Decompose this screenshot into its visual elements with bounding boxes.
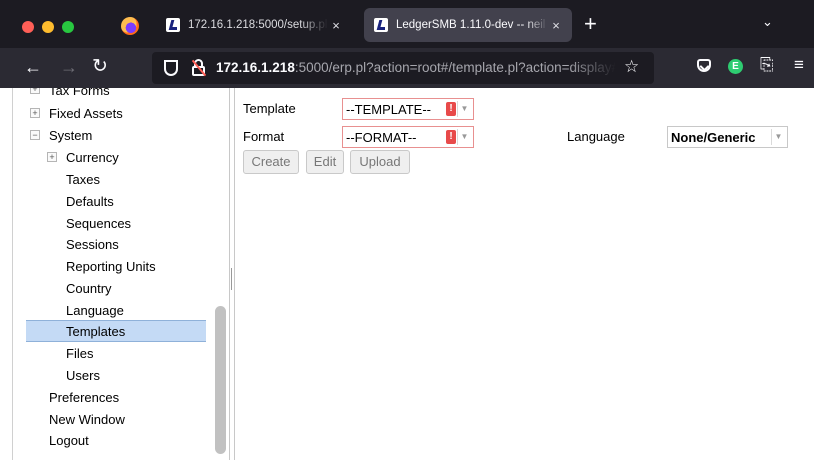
chevron-down-icon[interactable]: ▼ xyxy=(457,129,471,145)
ledgersmb-favicon-icon xyxy=(374,18,388,32)
new-tab-button[interactable]: + xyxy=(584,12,597,36)
forward-button[interactable]: → xyxy=(60,56,78,78)
back-button[interactable]: ← xyxy=(24,56,42,78)
sidebar-item-sequences[interactable]: Sequences xyxy=(66,213,131,235)
template-select[interactable]: --TEMPLATE-- ! ▼ xyxy=(342,98,474,120)
sidebar-scrollbar[interactable] xyxy=(215,306,226,454)
warning-icon: ! xyxy=(446,130,456,144)
collapse-minus-icon[interactable]: − xyxy=(30,130,40,140)
language-select-value: None/Generic xyxy=(671,130,756,145)
upload-button[interactable]: Upload xyxy=(350,150,410,174)
sidebar-item-tax-forms[interactable]: Tax Forms xyxy=(49,88,110,102)
warning-icon: ! xyxy=(446,102,456,116)
sidebar-item-logout[interactable]: Logout xyxy=(49,430,89,452)
sidebar-item-files[interactable]: Files xyxy=(66,343,93,365)
page-content: Tax Forms + Fixed Assets + System − Curr… xyxy=(0,88,814,460)
navigation-bar: ← → ↻ 172.16.1.218:5000/erp.pl?action=ro… xyxy=(0,48,814,88)
bookmark-star-icon[interactable]: ☆ xyxy=(624,57,639,77)
tracking-shield-icon[interactable] xyxy=(164,60,178,76)
expand-plus-icon[interactable]: + xyxy=(47,152,57,162)
tab-strip: 172.16.1.218:5000/setup.pl?actio × Ledge… xyxy=(0,0,814,48)
expand-plus-icon[interactable]: + xyxy=(30,88,40,94)
sidebar-item-users[interactable]: Users xyxy=(66,365,100,387)
chevron-down-icon[interactable]: ▼ xyxy=(457,101,471,117)
maximize-window-button[interactable] xyxy=(62,21,74,33)
sidebar-item-currency[interactable]: Currency xyxy=(66,147,119,169)
close-icon[interactable]: × xyxy=(330,18,342,33)
chevron-down-icon[interactable]: ⌄ xyxy=(762,14,773,30)
reload-button[interactable]: ↻ xyxy=(92,56,108,78)
tab-ledgersmb[interactable]: LedgerSMB 1.11.0-dev -- neil -- × xyxy=(364,8,572,42)
sidebar-menu: Tax Forms + Fixed Assets + System − Curr… xyxy=(12,88,230,460)
pocket-icon[interactable] xyxy=(697,59,711,72)
pane-splitter-handle[interactable] xyxy=(231,268,232,290)
sidebar-item-templates[interactable]: Templates xyxy=(26,320,206,342)
firefox-icon xyxy=(121,17,139,35)
template-form: Template --TEMPLATE-- ! ▼ Format --FORMA… xyxy=(234,88,814,460)
sidebar-item-taxes[interactable]: Taxes xyxy=(66,169,100,191)
share-icon[interactable]: ⎘ xyxy=(760,55,774,75)
extension-icon[interactable]: E xyxy=(728,59,743,74)
format-select-value: --FORMAT-- xyxy=(346,130,417,145)
sidebar-item-defaults[interactable]: Defaults xyxy=(66,191,114,213)
ledgersmb-favicon-icon xyxy=(166,18,180,32)
template-label: Template xyxy=(243,101,296,116)
language-label: Language xyxy=(567,129,625,144)
chevron-down-icon[interactable]: ▼ xyxy=(771,129,785,145)
url-bar[interactable]: 172.16.1.218:5000/erp.pl?action=root#/te… xyxy=(152,52,654,84)
tab-title: 172.16.1.218:5000/setup.pl?actio xyxy=(188,19,328,31)
edit-button[interactable]: Edit xyxy=(306,150,344,174)
tab-title: LedgerSMB 1.11.0-dev -- neil -- xyxy=(396,19,548,31)
sidebar-item-country[interactable]: Country xyxy=(66,278,112,300)
tab-setup[interactable]: 172.16.1.218:5000/setup.pl?actio × xyxy=(156,8,352,42)
sidebar-item-new-window[interactable]: New Window xyxy=(49,409,125,431)
expand-plus-icon[interactable]: + xyxy=(30,108,40,118)
url-text[interactable]: 172.16.1.218:5000/erp.pl?action=root#/te… xyxy=(216,60,616,75)
format-select[interactable]: --FORMAT-- ! ▼ xyxy=(342,126,474,148)
sidebar-item-system[interactable]: System xyxy=(49,125,92,147)
insecure-lock-icon[interactable] xyxy=(191,59,207,77)
language-select[interactable]: None/Generic ▼ xyxy=(667,126,788,148)
format-label: Format xyxy=(243,129,285,144)
hamburger-menu-icon[interactable]: ≡ xyxy=(794,55,804,75)
sidebar-item-language[interactable]: Language xyxy=(66,300,124,322)
sidebar-item-fixed-assets[interactable]: Fixed Assets xyxy=(49,103,123,125)
sidebar-item-sessions[interactable]: Sessions xyxy=(66,234,119,256)
minimize-window-button[interactable] xyxy=(42,21,54,33)
sidebar-item-reporting-units[interactable]: Reporting Units xyxy=(66,256,156,278)
create-button[interactable]: Create xyxy=(243,150,299,174)
sidebar-item-preferences[interactable]: Preferences xyxy=(49,387,119,409)
template-select-value: --TEMPLATE-- xyxy=(346,102,431,117)
close-window-button[interactable] xyxy=(22,21,34,33)
close-icon[interactable]: × xyxy=(550,18,562,33)
